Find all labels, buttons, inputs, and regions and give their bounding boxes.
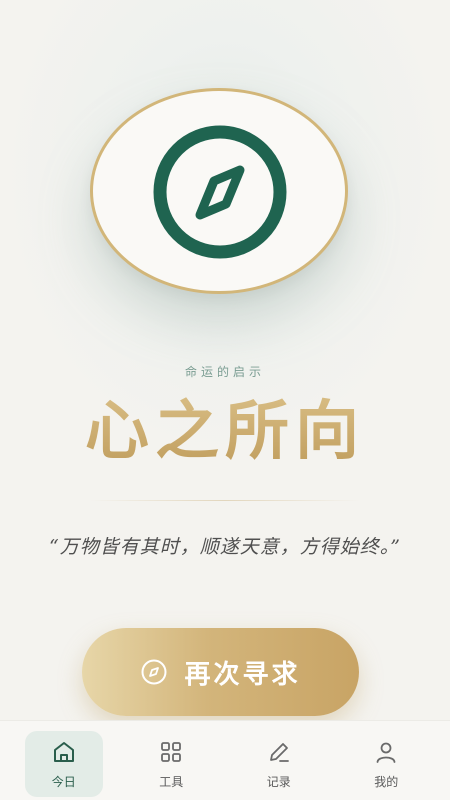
subtitle: 命运的启示 bbox=[184, 365, 265, 379]
page-title: 心之所向 bbox=[0, 392, 450, 472]
pen-icon bbox=[266, 739, 292, 765]
tab-label: 记录 bbox=[266, 774, 291, 789]
tab-profile[interactable]: 我的 bbox=[347, 731, 425, 797]
compass-icon bbox=[153, 125, 287, 259]
seek-again-label: 再次寻求 bbox=[184, 659, 301, 690]
bottom-tab-bar: 今日 工具 记录 我的 bbox=[0, 720, 450, 800]
tab-label: 今日 bbox=[51, 774, 76, 789]
divider bbox=[90, 500, 360, 501]
tab-records[interactable]: 记录 bbox=[240, 731, 318, 797]
home-icon bbox=[51, 739, 77, 765]
tab-label: 我的 bbox=[374, 774, 399, 789]
user-icon bbox=[373, 739, 399, 765]
quote-text: “万物皆有其时，顺遂天意，方得始终。” bbox=[49, 536, 401, 558]
compass-emblem bbox=[88, 88, 352, 300]
grid-icon bbox=[158, 739, 184, 765]
tab-label: 工具 bbox=[159, 774, 184, 789]
tab-today[interactable]: 今日 bbox=[24, 731, 103, 797]
seek-again-button[interactable]: 再次寻求 bbox=[82, 628, 359, 716]
tab-tools[interactable]: 工具 bbox=[132, 731, 210, 797]
compass-icon bbox=[140, 658, 168, 686]
